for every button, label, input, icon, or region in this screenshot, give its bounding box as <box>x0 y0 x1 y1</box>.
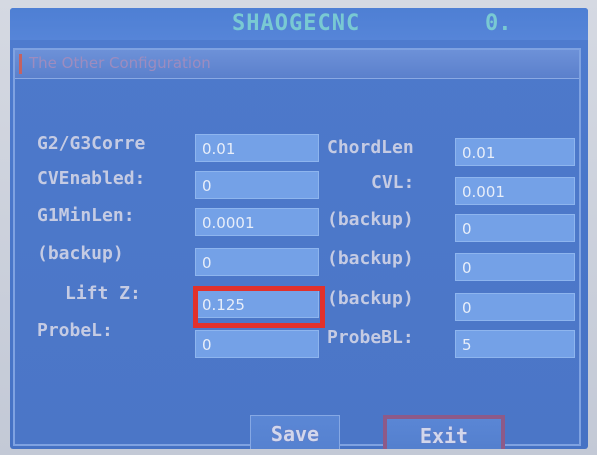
g2g3-correction-field[interactable]: 0.01 <box>195 134 319 162</box>
backup-right-1-field[interactable]: 0 <box>455 214 575 242</box>
backup-right-3-field[interactable]: 0 <box>455 293 575 321</box>
backup-left-field[interactable]: 0 <box>195 248 319 276</box>
chord-len-field[interactable]: 0.01 <box>455 138 575 166</box>
label-backup-left: (backup) <box>37 243 124 264</box>
cv-enabled-field[interactable]: 0 <box>195 171 319 199</box>
top-status-bar: SHAOGECNC 0. <box>10 8 588 40</box>
label-cvl: CVL: <box>371 172 415 193</box>
status-readout: 0. <box>485 11 512 36</box>
label-backup-right-2: (backup) <box>327 248 414 269</box>
label-g2g3-correction: G2/G3Corre <box>37 133 146 154</box>
configuration-panel: The Other Configuration G2/G3Corre 0.01 … <box>13 48 581 449</box>
label-probe-l: ProbeL: <box>37 320 113 341</box>
cvl-field[interactable]: 0.001 <box>455 177 575 205</box>
lift-z-highlight <box>193 286 325 328</box>
g1-min-len-field[interactable]: 0.0001 <box>195 208 319 236</box>
panel-title: The Other Configuration <box>29 54 211 72</box>
label-chord-len: ChordLen <box>327 137 414 158</box>
label-backup-right-3: (backup) <box>327 288 414 309</box>
backup-right-2-field[interactable]: 0 <box>455 253 575 281</box>
exit-button-label: Exit <box>419 424 469 448</box>
label-g1-min-len: G1MinLen: <box>37 205 135 226</box>
save-button-label: Save <box>270 422 320 446</box>
device-bezel: SHAOGECNC 0. The Other Configuration G2/… <box>0 0 597 455</box>
label-probe-bl: ProbeBL: <box>327 327 414 348</box>
probe-bl-field[interactable]: 5 <box>455 330 575 358</box>
brand-title: SHAOGECNC <box>232 11 361 36</box>
label-lift-z: Lift Z: <box>65 283 141 304</box>
exit-button[interactable]: Exit <box>383 415 505 449</box>
save-button[interactable]: Save <box>250 415 340 449</box>
probe-l-field[interactable]: 0 <box>195 330 319 358</box>
title-accent-marker <box>19 54 22 74</box>
panel-title-bar: The Other Configuration <box>15 50 579 79</box>
lcd-screen: SHAOGECNC 0. The Other Configuration G2/… <box>10 8 588 449</box>
label-backup-right-1: (backup) <box>327 209 414 230</box>
label-cv-enabled: CVEnabled: <box>37 168 146 189</box>
